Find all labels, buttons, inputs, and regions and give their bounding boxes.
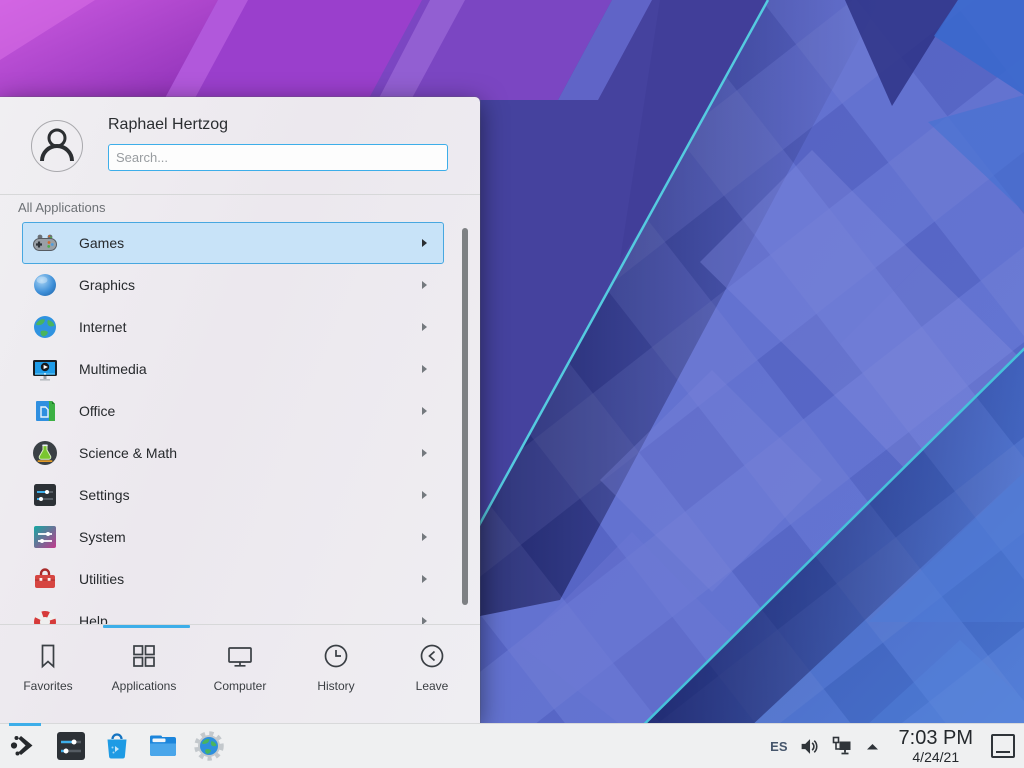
digital-clock[interactable]: 7:03 PM 4/24/21 (899, 728, 973, 764)
monitor-play-icon (32, 356, 58, 382)
submenu-arrow-icon (422, 491, 427, 499)
system-sliders-icon (32, 524, 58, 550)
user-name: Raphael Hertzog (108, 116, 228, 134)
clock-icon (321, 641, 351, 671)
tab-history[interactable]: History (288, 641, 384, 723)
submenu-arrow-icon (422, 365, 427, 373)
desktop: Raphael Hertzog All Applications Games (0, 0, 1024, 768)
category-label: System (79, 529, 126, 545)
tab-label: History (317, 679, 354, 693)
grid-icon (129, 641, 159, 671)
flask-icon (32, 440, 58, 466)
globe-gear-icon (192, 729, 226, 763)
submenu-arrow-icon (422, 407, 427, 415)
submenu-arrow-icon (422, 323, 427, 331)
category-label: Games (79, 235, 124, 251)
system-settings-icon (54, 729, 88, 763)
category-utilities[interactable]: Utilities (22, 558, 444, 600)
category-science-math[interactable]: Science & Math (22, 432, 444, 474)
tab-label: Favorites (23, 679, 72, 693)
show-desktop-button[interactable] (991, 734, 1015, 758)
category-graphics[interactable]: Graphics (22, 264, 444, 306)
section-label: All Applications (18, 200, 105, 215)
submenu-arrow-icon (422, 533, 427, 541)
kickoff-launcher-button[interactable] (8, 729, 42, 763)
search-input[interactable] (108, 144, 448, 171)
category-system[interactable]: System (22, 516, 444, 558)
gamepad-icon (32, 230, 58, 256)
system-settings-button[interactable] (54, 729, 88, 763)
user-avatar[interactable] (31, 120, 83, 172)
kickoff-launcher-icon (8, 729, 42, 763)
category-label: Office (79, 403, 115, 419)
launcher-footer: Favorites Applications (0, 624, 480, 723)
volume-icon[interactable] (799, 736, 820, 757)
category-label: Science & Math (79, 445, 177, 461)
keyboard-layout-indicator[interactable]: ES (770, 739, 787, 754)
dolphin-folder-icon (146, 729, 180, 763)
documents-icon (32, 398, 58, 424)
monitor-icon (225, 641, 255, 671)
clock-date: 4/24/21 (912, 750, 959, 764)
sphere-icon (32, 272, 58, 298)
submenu-arrow-icon (422, 239, 427, 247)
globe-icon (32, 314, 58, 340)
category-label: Internet (79, 319, 126, 335)
application-launcher-popup: Raphael Hertzog All Applications Games (0, 97, 480, 723)
tab-label: Applications (112, 679, 177, 693)
category-internet[interactable]: Internet (22, 306, 444, 348)
lifebuoy-icon (32, 608, 58, 625)
header-separator (0, 194, 480, 195)
tab-label: Leave (416, 679, 449, 693)
toolbox-icon (32, 566, 58, 592)
tab-favorites[interactable]: Favorites (0, 641, 96, 723)
category-label: Multimedia (79, 361, 147, 377)
category-label: Utilities (79, 571, 124, 587)
category-label: Graphics (79, 277, 135, 293)
konqueror-button[interactable] (192, 729, 226, 763)
category-office[interactable]: Office (22, 390, 444, 432)
network-icon[interactable] (831, 735, 853, 757)
sliders-icon (32, 482, 58, 508)
leave-circle-icon (417, 641, 447, 671)
tab-applications[interactable]: Applications (96, 641, 192, 723)
submenu-arrow-icon (422, 575, 427, 583)
dolphin-button[interactable] (146, 729, 180, 763)
clock-time: 7:03 PM (899, 728, 973, 748)
footer-separator (0, 624, 480, 625)
tab-label: Computer (214, 679, 267, 693)
category-help[interactable]: Help (22, 600, 444, 625)
taskbar-panel: ES 7:03 PM 4/24/21 (0, 723, 1024, 768)
expand-tray-caret-icon[interactable] (864, 738, 881, 755)
active-tab-indicator (103, 625, 190, 628)
discover-button[interactable] (100, 729, 134, 763)
bookmark-icon (33, 641, 63, 671)
submenu-arrow-icon (422, 281, 427, 289)
user-icon (32, 121, 82, 171)
tab-computer[interactable]: Computer (192, 641, 288, 723)
category-multimedia[interactable]: Multimedia (22, 348, 444, 390)
category-label: Settings (79, 487, 130, 503)
category-list: Games Graphics (0, 222, 480, 625)
category-games[interactable]: Games (22, 222, 444, 264)
discover-icon (100, 729, 134, 763)
tab-leave[interactable]: Leave (384, 641, 480, 723)
category-settings[interactable]: Settings (22, 474, 444, 516)
list-scrollbar[interactable] (462, 228, 468, 605)
submenu-arrow-icon (422, 449, 427, 457)
active-task-indicator (9, 723, 41, 726)
